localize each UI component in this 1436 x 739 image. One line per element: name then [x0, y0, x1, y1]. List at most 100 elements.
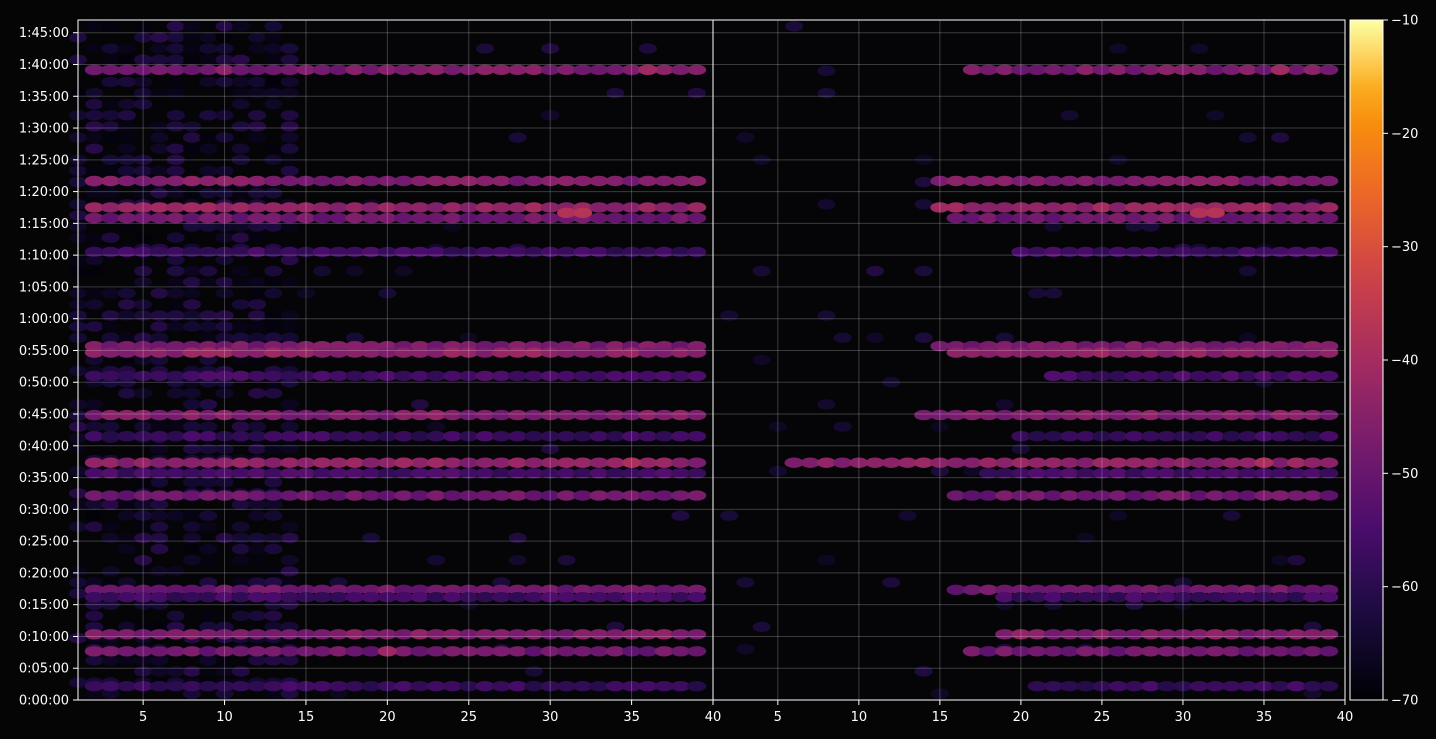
noise-cell: [280, 110, 299, 121]
band-cell: [670, 629, 690, 640]
band-cell: [556, 681, 576, 692]
band-cell: [1060, 347, 1080, 358]
noise-cell: [101, 110, 120, 121]
noise-cell: [280, 566, 299, 577]
noise-cell: [199, 276, 218, 288]
noise-cell: [166, 21, 185, 32]
band-cell: [524, 646, 544, 657]
band-cell: [231, 490, 251, 501]
noise-cell: [752, 354, 771, 366]
band-cell: [1108, 212, 1128, 224]
band-cell: [182, 646, 202, 657]
band-cell: [1205, 409, 1225, 421]
band-cell: [312, 457, 332, 468]
noise-cell: [150, 32, 169, 43]
band-cell: [361, 592, 381, 603]
band-cell: [475, 468, 495, 479]
band-cell: [1303, 431, 1323, 442]
band-cell: [1205, 468, 1225, 479]
noise-cell: [264, 32, 283, 43]
band-cell: [556, 629, 576, 640]
y-tick-label: 1:25:00: [19, 153, 69, 168]
noise-cell: [898, 510, 917, 521]
band-cell: [182, 370, 202, 382]
noise-cell: [199, 399, 218, 410]
noise-cell: [150, 543, 169, 555]
band-cell: [508, 457, 528, 468]
band-cell: [361, 629, 381, 640]
band-cell: [1141, 646, 1161, 657]
band-cell: [182, 347, 202, 358]
noise-cell: [117, 99, 136, 110]
noise-cell: [199, 265, 218, 277]
noise-cell: [264, 276, 283, 288]
band-cell: [1124, 490, 1144, 501]
band-cell: [1060, 681, 1080, 692]
band-cell: [978, 409, 998, 421]
band-cell: [263, 646, 283, 657]
noise-cell: [117, 499, 136, 510]
band-cell: [1189, 490, 1209, 501]
band-cell: [198, 490, 218, 501]
band-cell: [508, 681, 528, 692]
noise-cell: [101, 566, 120, 577]
band-cell: [1222, 175, 1242, 187]
band-cell: [263, 431, 283, 442]
noise-cell: [231, 21, 250, 32]
noise-cell: [182, 399, 201, 410]
band-cell: [149, 64, 169, 75]
noise-cell: [101, 321, 120, 332]
noise-cell: [248, 43, 267, 54]
band-cell: [556, 646, 576, 657]
band-cell: [247, 347, 267, 358]
band-cell: [345, 646, 365, 657]
noise-cell: [117, 121, 136, 132]
band-cell: [101, 202, 121, 213]
band-cell: [654, 202, 674, 213]
band-cell: [198, 646, 218, 657]
band-cell: [117, 431, 137, 442]
noise-cell: [248, 388, 267, 399]
band-cell: [962, 64, 982, 75]
x-tick-label: 35: [1256, 710, 1273, 725]
band-cell: [198, 347, 218, 358]
noise-cell: [166, 76, 185, 88]
band-cell: [166, 468, 186, 479]
band-cell: [1027, 646, 1047, 657]
band-cell: [816, 457, 836, 468]
band-cell: [475, 409, 495, 421]
noise-cell: [150, 54, 169, 65]
band-cell: [345, 592, 365, 603]
band-cell: [166, 409, 186, 421]
band-cell: [995, 592, 1015, 603]
band-cell: [345, 457, 365, 468]
band-cell: [84, 64, 104, 75]
y-tick-label: 1:15:00: [19, 217, 69, 232]
noise-cell: [150, 499, 169, 510]
band-cell: [1060, 646, 1080, 657]
noise-cell: [557, 554, 576, 566]
band-cell: [508, 468, 528, 479]
y-tick-label: 0:10:00: [19, 630, 69, 645]
band-cell: [605, 202, 625, 213]
band-cell: [978, 175, 998, 187]
band-cell: [1303, 629, 1323, 640]
y-tick-label: 0:30:00: [19, 503, 69, 518]
band-cell: [1319, 212, 1339, 224]
noise-cell: [199, 321, 218, 332]
noise-cell: [101, 21, 120, 32]
band-cell: [1222, 646, 1242, 657]
noise-cell: [182, 321, 201, 332]
noise-cell: [280, 321, 299, 332]
noise-cell: [150, 321, 169, 332]
band-cell: [1222, 409, 1242, 421]
noise-cell: [199, 521, 218, 533]
band-cell: [556, 347, 576, 358]
band-cell: [345, 370, 365, 382]
noise-cell: [833, 421, 852, 432]
band-cell: [654, 431, 674, 442]
band-cell: [654, 64, 674, 75]
band-cell: [345, 212, 365, 224]
band-cell: [573, 409, 593, 421]
band-cell: [508, 212, 528, 224]
